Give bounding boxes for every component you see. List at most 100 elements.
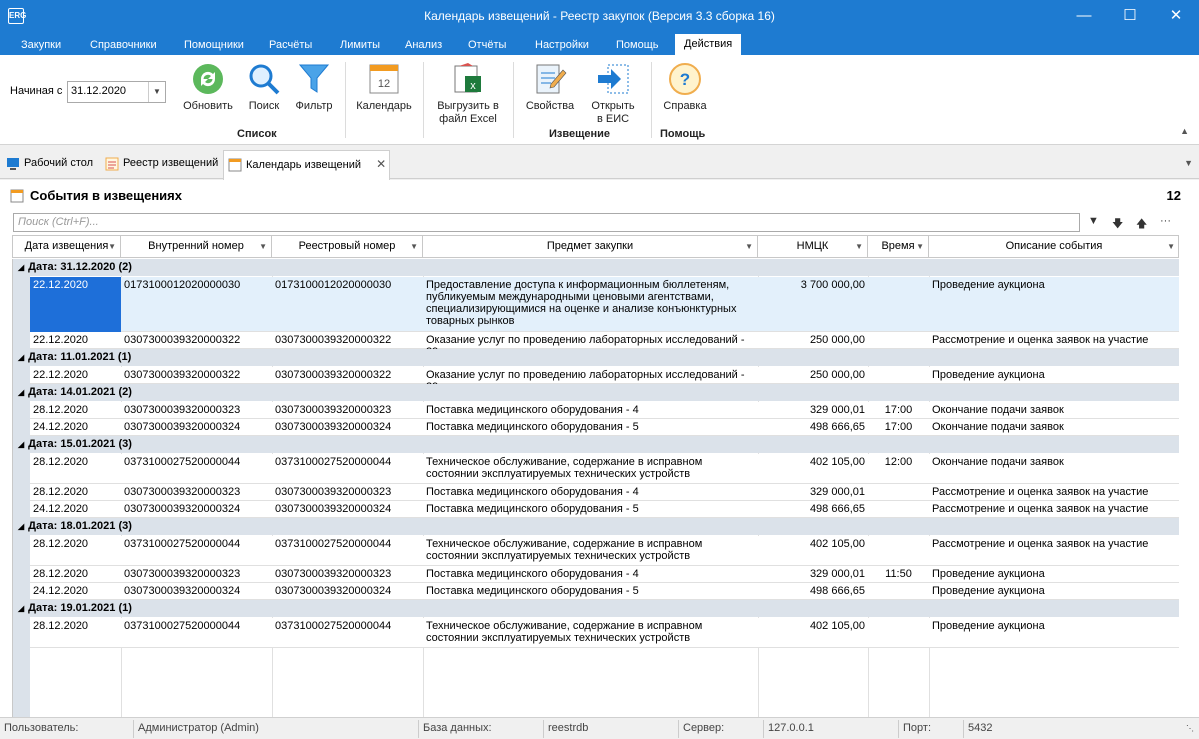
cell-subject[interactable]: Техническое обслуживание, содержание в и…: [423, 536, 758, 566]
table-row[interactable]: 28.12.2020 0307300039320000323 03073000393…: [30, 402, 1179, 419]
cell-time[interactable]: [868, 277, 929, 332]
filter-arrow-icon[interactable]: ▼: [855, 236, 863, 257]
collapse-ribbon-icon[interactable]: ▲: [1180, 126, 1189, 136]
collapse-group-icon[interactable]: ◢: [18, 604, 24, 613]
cell-internal-number[interactable]: 0307300039320000323: [121, 402, 272, 419]
cell-registry-number[interactable]: 0307300039320000323: [272, 484, 423, 501]
maximize-button[interactable]: ☐: [1107, 0, 1153, 32]
properties-button[interactable]: Свойства: [522, 62, 578, 113]
menu-directories[interactable]: Справочники: [90, 35, 157, 55]
col-registry-number[interactable]: Реестровый номер ▼: [272, 236, 423, 257]
cell-internal-number[interactable]: 0173100012020000030: [121, 277, 272, 332]
cell-event-description[interactable]: Проведение аукциона: [929, 618, 1179, 648]
cell-time[interactable]: [868, 536, 929, 566]
menu-reports[interactable]: Отчёты: [468, 35, 506, 55]
cell-event-description[interactable]: Проведение аукциона: [929, 583, 1179, 600]
menu-assistants[interactable]: Помощники: [184, 35, 244, 55]
table-row[interactable]: 22.12.2020 0307300039320000322 03073000393…: [30, 332, 1179, 349]
col-event-description[interactable]: Описание события ▼: [929, 236, 1179, 257]
cell-nmck[interactable]: 329 000,01: [758, 402, 868, 419]
cell-internal-number[interactable]: 0307300039320000324: [121, 501, 272, 518]
close-tab-icon[interactable]: ✕: [376, 157, 386, 171]
cell-subject[interactable]: Поставка медицинского оборудования - 4: [423, 402, 758, 419]
group-row[interactable]: ◢ Дата: 31.12.2020 (2): [13, 259, 1179, 276]
cell-registry-number[interactable]: 0307300039320000322: [272, 332, 423, 349]
col-nmck[interactable]: НМЦК ▼: [758, 236, 868, 257]
cell-nmck[interactable]: 498 666,65: [758, 419, 868, 436]
cell-subject[interactable]: Поставка медицинского оборудования - 4: [423, 566, 758, 583]
collapse-group-icon[interactable]: ◢: [18, 353, 24, 362]
collapse-group-icon[interactable]: ◢: [18, 388, 24, 397]
cell-notice-date[interactable]: 28.12.2020: [30, 484, 121, 501]
cell-event-description[interactable]: Рассмотрение и оценка заявок на участие: [929, 501, 1179, 518]
cell-time[interactable]: [868, 332, 929, 349]
cell-registry-number[interactable]: 0307300039320000324: [272, 501, 423, 518]
open-eis-button[interactable]: Открыть в ЕИС: [584, 62, 642, 126]
cell-notice-date[interactable]: 22.12.2020: [30, 367, 121, 384]
group-row[interactable]: ◢ Дата: 11.01.2021 (1): [13, 349, 1179, 366]
filter-arrow-icon[interactable]: ▼: [745, 236, 753, 257]
cell-event-description[interactable]: Окончание подачи заявок: [929, 402, 1179, 419]
cell-nmck[interactable]: 329 000,01: [758, 484, 868, 501]
menu-settings[interactable]: Настройки: [535, 35, 589, 55]
cell-time[interactable]: 17:00: [868, 402, 929, 419]
tab-registry[interactable]: Реестр извещений: [101, 150, 218, 179]
cell-notice-date[interactable]: 24.12.2020: [30, 501, 121, 518]
cell-event-description[interactable]: Проведение аукциона: [929, 367, 1179, 384]
cell-internal-number[interactable]: 0307300039320000324: [121, 419, 272, 436]
cell-nmck[interactable]: 402 105,00: [758, 618, 868, 648]
cell-subject[interactable]: Предоставление доступа к информационным …: [423, 277, 758, 332]
col-notice-date[interactable]: Дата извещения ▼: [13, 236, 121, 257]
cell-time[interactable]: [868, 484, 929, 501]
cell-nmck[interactable]: 250 000,00: [758, 367, 868, 384]
export-excel-button[interactable]: x Выгрузить в файл Excel: [432, 62, 504, 126]
cell-registry-number[interactable]: 0307300039320000322: [272, 367, 423, 384]
close-button[interactable]: ✕: [1153, 0, 1199, 32]
menu-actions[interactable]: Действия: [675, 34, 742, 55]
group-row[interactable]: ◢ Дата: 14.01.2021 (2): [13, 384, 1179, 401]
cell-notice-date[interactable]: 28.12.2020: [30, 618, 121, 648]
group-row[interactable]: ◢ Дата: 19.01.2021 (1): [13, 600, 1179, 617]
cell-event-description[interactable]: Проведение аукциона: [929, 277, 1179, 332]
tabs-dropdown-icon[interactable]: ▼: [1184, 158, 1193, 168]
cell-registry-number[interactable]: 0373100027520000044: [272, 618, 423, 648]
cell-subject[interactable]: Поставка медицинского оборудования - 5: [423, 501, 758, 518]
cell-time[interactable]: 12:00: [868, 454, 929, 484]
cell-nmck[interactable]: 498 666,65: [758, 583, 868, 600]
collapse-group-icon[interactable]: ◢: [18, 522, 24, 531]
cell-notice-date[interactable]: 22.12.2020: [30, 332, 121, 349]
cell-nmck[interactable]: 329 000,01: [758, 566, 868, 583]
cell-registry-number[interactable]: 0173100012020000030: [272, 277, 423, 332]
cell-registry-number[interactable]: 0307300039320000324: [272, 583, 423, 600]
menu-help[interactable]: Помощь: [616, 35, 659, 55]
cell-subject[interactable]: Поставка медицинского оборудования - 4: [423, 484, 758, 501]
cell-notice-date[interactable]: 28.12.2020: [30, 402, 121, 419]
chevron-down-icon[interactable]: ▼: [148, 82, 165, 102]
col-subject[interactable]: Предмет закупки ▼: [423, 236, 758, 257]
calendar-button[interactable]: 12 Календарь: [354, 62, 414, 113]
menu-calculations[interactable]: Расчёты: [269, 35, 312, 55]
cell-internal-number[interactable]: 0373100027520000044: [121, 536, 272, 566]
cell-internal-number[interactable]: 0307300039320000324: [121, 583, 272, 600]
cell-notice-date[interactable]: 28.12.2020: [30, 536, 121, 566]
cell-event-description[interactable]: Окончание подачи заявок: [929, 454, 1179, 484]
cell-notice-date[interactable]: 24.12.2020: [30, 583, 121, 600]
table-row[interactable]: 28.12.2020 0373100027520000044 03731000275…: [30, 536, 1179, 566]
filter-arrow-icon[interactable]: ▼: [916, 236, 924, 257]
cell-registry-number[interactable]: 0373100027520000044: [272, 454, 423, 484]
cell-nmck[interactable]: 402 105,00: [758, 454, 868, 484]
menu-analysis[interactable]: Анализ: [405, 35, 442, 55]
cell-event-description[interactable]: Рассмотрение и оценка заявок на участие: [929, 332, 1179, 349]
cell-time[interactable]: 17:00: [868, 419, 929, 436]
table-row[interactable]: 22.12.2020 0307300039320000322 03073000393…: [30, 367, 1179, 384]
help-button[interactable]: ? Справка: [660, 62, 710, 113]
menu-limits[interactable]: Лимиты: [340, 35, 380, 55]
vertical-scrollbar[interactable]: [1184, 234, 1196, 717]
cell-time[interactable]: [868, 618, 929, 648]
cell-subject[interactable]: Техническое обслуживание, содержание в и…: [423, 454, 758, 484]
filter-button[interactable]: Фильтр: [292, 62, 336, 113]
cell-subject[interactable]: Оказание услуг по проведению лабораторны…: [423, 367, 758, 384]
cell-internal-number[interactable]: 0307300039320000323: [121, 566, 272, 583]
cell-registry-number[interactable]: 0307300039320000323: [272, 566, 423, 583]
filter-arrow-icon[interactable]: ▼: [108, 236, 116, 257]
